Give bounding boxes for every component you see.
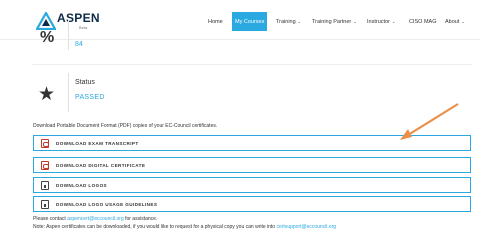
- annotation-arrow: [400, 103, 459, 140]
